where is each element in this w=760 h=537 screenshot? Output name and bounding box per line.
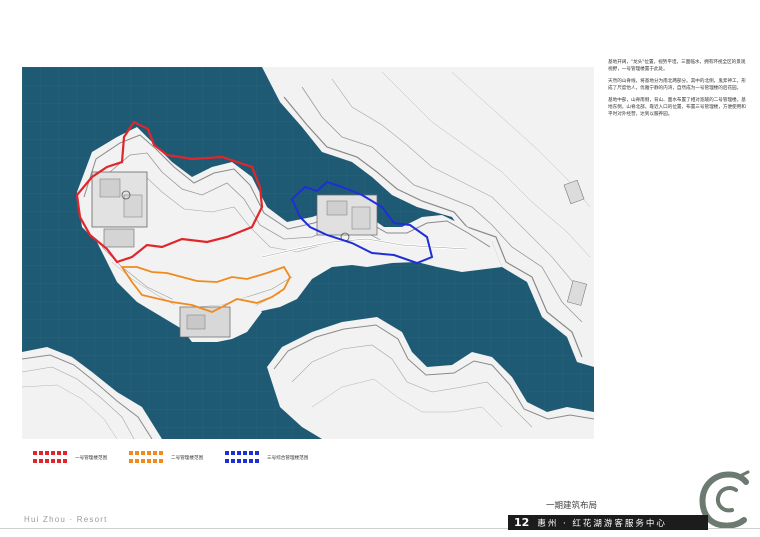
legend-label: 三号综合管理楼范围 <box>267 456 309 461</box>
description-paragraph: 天然的山脊线，将基地分为南北两部分。其中的北侧，鬼斧神工，形成了尺度怡人，优雅宁… <box>608 79 746 91</box>
legend-item-zone-1: 一号管理楼范围 <box>33 451 107 465</box>
orange-dashed-swatch <box>129 451 163 463</box>
page-title: 一期建筑布局 <box>546 501 598 511</box>
legend-item-zone-2: 二号管理楼范围 <box>129 451 203 465</box>
blue-dashed-swatch <box>225 451 259 463</box>
footer-title-bar: 12 惠州 · 红花湖游客服务中心 <box>508 515 708 530</box>
map-legend: 一号管理楼范围 二号管理楼范围 三号综合管理楼范围 <box>33 451 573 469</box>
description-paragraph: 基地中部，山脊南侧，背山、面水布置了相对宽敞的二号管理楼。基地东侧，山脊北部，靠… <box>608 98 746 117</box>
red-dashed-swatch <box>33 451 67 463</box>
site-plan-map <box>22 67 594 439</box>
brand-text: Hui Zhou · Resort <box>24 515 108 524</box>
project-title: 惠州 · 红花湖游客服务中心 <box>537 518 667 529</box>
description-paragraph: 基地开阔，"龙头"位置，视势平坦，三面临水，拥有环视全区的景观视野，一号管理楼置… <box>608 60 746 72</box>
legend-item-zone-3: 三号综合管理楼范围 <box>225 451 308 465</box>
page-number: 12 <box>514 516 530 529</box>
site-plan-svg <box>22 67 594 439</box>
site-description: 基地开阔，"龙头"位置，视势平坦，三面临水，拥有环视全区的景观视野，一号管理楼置… <box>608 59 748 123</box>
legend-label: 二号管理楼范围 <box>171 456 204 461</box>
legend-label: 一号管理楼范围 <box>75 456 108 461</box>
